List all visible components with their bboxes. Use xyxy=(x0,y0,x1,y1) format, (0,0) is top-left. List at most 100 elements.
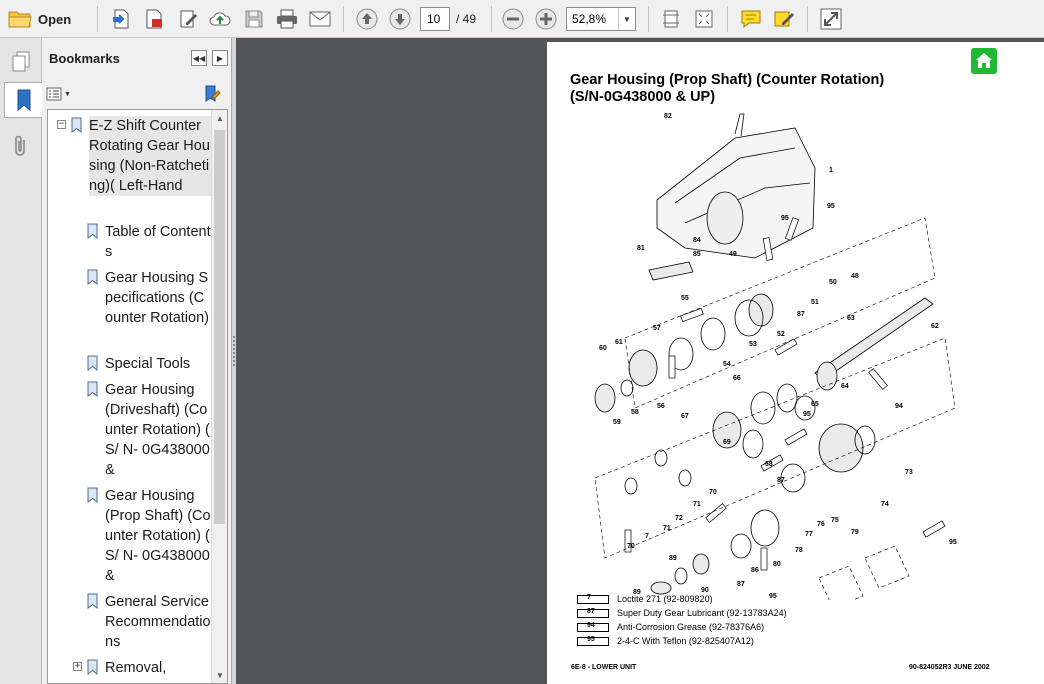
comment-button[interactable] xyxy=(738,6,764,32)
legend-row: 87 Super Duty Gear Lubricant (92-13783A2… xyxy=(577,608,877,621)
svg-text:82: 82 xyxy=(664,113,672,120)
toolbar: Open 10 / 49 ▼ xyxy=(0,0,1044,38)
svg-text:80: 80 xyxy=(773,561,781,568)
zoom-out-button[interactable] xyxy=(500,6,526,32)
cloud-upload-icon xyxy=(209,12,231,26)
bookmarks-panel: Bookmarks ◀◀ ▶ ▼ − E-Z Shift Counter Rot… xyxy=(42,38,232,684)
pdf-page: Gear Housing (Prop Shaft) (Counter Rotat… xyxy=(547,42,1044,684)
pdf-tools-button[interactable] xyxy=(141,6,167,32)
legend-text: Super Duty Gear Lubricant (92-13783A24) xyxy=(617,608,787,618)
zoom-in-button[interactable] xyxy=(533,6,559,32)
bookmark-label: E-Z Shift Counter Rotating Gear Housing … xyxy=(89,116,212,196)
bookmark-icon xyxy=(87,487,98,503)
document-viewport[interactable]: Gear Housing (Prop Shaft) (Counter Rotat… xyxy=(236,38,1044,684)
page-footer-left: 6E-8 - LOWER UNIT xyxy=(571,664,637,671)
splitter-grip[interactable] xyxy=(233,336,235,366)
legend-row: 95 2-4-C With Teflon (92-825407A12) xyxy=(577,636,877,649)
svg-text:70: 70 xyxy=(627,543,635,550)
page-number-input[interactable]: 10 xyxy=(420,7,450,31)
highlight-button[interactable] xyxy=(771,6,797,32)
page-thumbnails-button[interactable] xyxy=(4,44,37,80)
legend-text: Anti-Corrosion Grease (92-78376A6) xyxy=(617,622,765,632)
svg-text:71: 71 xyxy=(663,525,671,532)
svg-text:94: 94 xyxy=(895,403,903,410)
bookmark-label: Special Tools xyxy=(105,356,191,372)
page-title-line1: Gear Housing (Prop Shaft) (Counter Rotat… xyxy=(570,72,885,88)
house-icon xyxy=(976,53,992,68)
bookmark-label: Gear Housing Specifications (Counter Rot… xyxy=(105,270,209,326)
bookmarks-scrollbar[interactable]: ▲ ▼ xyxy=(211,110,227,683)
svg-text:58: 58 xyxy=(631,409,639,416)
edit-button[interactable] xyxy=(175,6,201,32)
fit-width-button[interactable] xyxy=(658,6,684,32)
expand-toggle[interactable]: + xyxy=(73,662,82,671)
svg-text:95: 95 xyxy=(949,539,957,546)
double-chevron-left-icon: ◀◀ xyxy=(192,53,206,63)
open-button[interactable]: Open xyxy=(8,6,71,32)
svg-text:7: 7 xyxy=(645,533,649,540)
svg-text:54: 54 xyxy=(723,361,731,368)
scroll-thumb[interactable] xyxy=(214,130,225,524)
collapse-toggle[interactable]: − xyxy=(57,120,66,129)
separator xyxy=(727,6,728,32)
expand-button[interactable] xyxy=(818,6,844,32)
svg-text:86: 86 xyxy=(751,567,759,574)
svg-text:89: 89 xyxy=(669,555,677,562)
svg-text:76: 76 xyxy=(817,521,825,528)
next-page-button[interactable] xyxy=(387,6,413,32)
create-pdf-button[interactable] xyxy=(108,6,134,32)
svg-text:87: 87 xyxy=(777,477,785,484)
svg-text:66: 66 xyxy=(733,375,741,382)
save-button[interactable] xyxy=(241,6,267,32)
svg-text:56: 56 xyxy=(657,403,665,410)
collapse-panel-button[interactable]: ◀◀ xyxy=(191,50,207,66)
envelope-icon xyxy=(309,11,331,27)
tube-icon: 87 xyxy=(577,608,609,618)
panel-options-button[interactable]: ▶ xyxy=(212,50,228,66)
svg-text:81: 81 xyxy=(637,245,645,252)
full-page-button[interactable] xyxy=(691,6,717,32)
svg-text:65: 65 xyxy=(811,401,819,408)
svg-text:73: 73 xyxy=(905,469,913,476)
exploded-parts-diagram: 82 1 95 81 84 85 49 95 48 50 51 55 52 87 53 57 54 61… xyxy=(594,113,957,600)
svg-text:50: 50 xyxy=(829,279,837,286)
zoom-select[interactable]: ▼ xyxy=(566,7,636,31)
svg-text:60: 60 xyxy=(599,345,607,352)
bookmark-label: Removal, xyxy=(105,660,167,676)
zoom-input[interactable] xyxy=(567,8,619,30)
page-total: / 49 xyxy=(456,12,477,26)
bookmark-label: Table of Contents xyxy=(105,224,211,260)
scroll-down-icon[interactable]: ▼ xyxy=(212,667,227,683)
previous-page-button[interactable] xyxy=(354,6,380,32)
chevron-down-icon[interactable]: ▼ xyxy=(618,8,635,30)
bookmarks-tab-button[interactable] xyxy=(4,82,42,118)
print-button[interactable] xyxy=(274,6,300,32)
email-button[interactable] xyxy=(307,6,333,32)
fit-page-icon xyxy=(663,10,679,28)
legend-row: 7 Loctite 271 (92-809820) xyxy=(577,594,877,607)
bookmark-options-menu[interactable]: ▼ xyxy=(46,84,76,104)
propshaft-assembly xyxy=(594,261,934,595)
svg-text:53: 53 xyxy=(749,341,757,348)
scroll-up-icon[interactable]: ▲ xyxy=(212,110,227,126)
bookmark-delete-button[interactable] xyxy=(202,84,222,104)
svg-text:85: 85 xyxy=(693,251,701,258)
separator xyxy=(807,6,808,32)
svg-text:87: 87 xyxy=(737,581,745,588)
bookmark-icon xyxy=(87,269,98,285)
home-icon[interactable] xyxy=(971,48,997,74)
bookmark-icon xyxy=(71,117,82,133)
attachments-button[interactable] xyxy=(4,128,37,164)
bookmarks-tree[interactable]: − E-Z Shift Counter Rotating Gear Housin… xyxy=(47,109,228,684)
svg-text:57: 57 xyxy=(653,325,661,332)
minus-circle-icon xyxy=(502,8,524,30)
upload-button[interactable] xyxy=(207,6,233,32)
bookmarks-title: Bookmarks xyxy=(49,51,120,66)
svg-text:75: 75 xyxy=(831,517,839,524)
svg-text:79: 79 xyxy=(851,529,859,536)
svg-text:69: 69 xyxy=(723,439,731,446)
separator xyxy=(491,6,492,32)
pages-icon xyxy=(12,51,29,72)
chevron-down-icon: ▼ xyxy=(64,90,71,98)
separator xyxy=(97,6,98,32)
